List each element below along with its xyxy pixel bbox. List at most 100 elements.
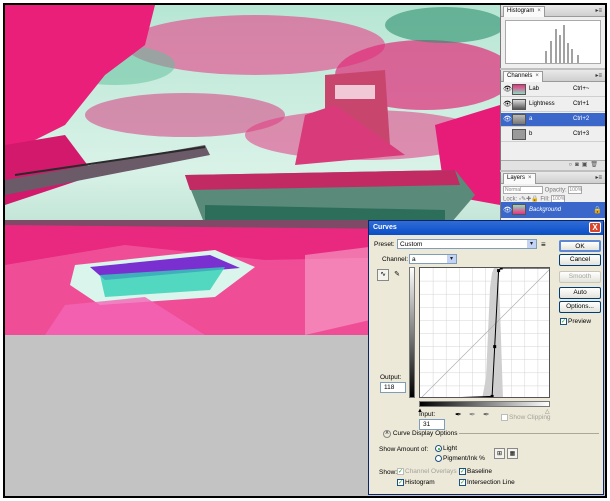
curve-point[interactable] bbox=[497, 269, 501, 273]
preset-options-icon[interactable]: ≡ bbox=[541, 240, 546, 249]
channel-overlays-label: Channel Overlays bbox=[405, 468, 457, 476]
curve-point[interactable] bbox=[550, 268, 551, 270]
channels-tabbar: Channels × ▸≡ bbox=[501, 70, 605, 82]
pigment-radio[interactable] bbox=[435, 455, 442, 462]
channel-shortcut: Ctrl+3 bbox=[573, 131, 590, 137]
layer-row-background[interactable]: 👁 Background 🔒 bbox=[501, 202, 605, 218]
blend-mode-select[interactable]: Normal bbox=[503, 186, 543, 194]
curve-point[interactable] bbox=[490, 394, 494, 398]
preview-option[interactable]: ✓ Preview bbox=[560, 318, 591, 325]
show-label: Show: bbox=[379, 469, 398, 476]
tab-label: Channels bbox=[507, 73, 533, 79]
close-button[interactable]: X bbox=[589, 222, 601, 233]
eye-icon[interactable]: 👁 bbox=[503, 207, 512, 214]
curve-point[interactable] bbox=[493, 345, 497, 349]
white-eyedropper-icon[interactable]: ✒ bbox=[483, 410, 490, 419]
channel-select[interactable]: a ▾ bbox=[409, 254, 457, 264]
curve-point-tool[interactable]: ∿ bbox=[377, 269, 389, 281]
baseline-checkbox[interactable]: ✓ bbox=[459, 468, 466, 475]
intersection-option[interactable]: ✓ Intersection Line bbox=[459, 479, 515, 486]
channel-thumbnail bbox=[512, 129, 526, 140]
cancel-button[interactable]: Cancel bbox=[559, 254, 601, 266]
light-option[interactable]: Light bbox=[435, 445, 457, 452]
eye-icon[interactable]: 👁 bbox=[503, 101, 512, 108]
tab-layers[interactable]: Layers × bbox=[503, 173, 536, 184]
panel-menu-icon[interactable]: ▸≡ bbox=[595, 7, 602, 14]
histogram-checkbox[interactable]: ✓ bbox=[397, 479, 404, 486]
show-clipping-row[interactable]: Show Clipping bbox=[501, 414, 551, 421]
curve-plot[interactable] bbox=[420, 268, 550, 398]
histogram-overlay bbox=[482, 268, 503, 397]
curve-line[interactable] bbox=[420, 268, 550, 398]
channel-value: a bbox=[412, 256, 416, 263]
opacity-field[interactable]: 100% bbox=[568, 186, 583, 194]
layer-name: Background bbox=[529, 207, 562, 213]
channel-thumbnail bbox=[512, 114, 526, 125]
panel-menu-icon[interactable]: ▸≡ bbox=[595, 72, 602, 79]
tab-channels[interactable]: Channels × bbox=[503, 71, 543, 82]
channel-shortcut: Ctrl+~ bbox=[573, 86, 590, 92]
options-button[interactable]: Options... bbox=[559, 301, 601, 313]
histogram-option[interactable]: ✓ Histogram bbox=[397, 479, 435, 486]
dialog-title-bar[interactable]: Curves X bbox=[369, 221, 603, 235]
channel-name: a bbox=[529, 116, 533, 122]
pencil-icon[interactable]: ✎ bbox=[391, 269, 403, 281]
eye-icon[interactable]: 👁 bbox=[503, 116, 512, 123]
layers-tabbar: Layers × ▸≡ bbox=[501, 172, 605, 184]
intersection-checkbox[interactable]: ✓ bbox=[459, 479, 466, 486]
eye-icon bbox=[503, 131, 511, 138]
close-icon[interactable]: × bbox=[535, 73, 539, 79]
layers-panel: Layers × ▸≡ Normal Opacity: 100% Lock: ▫✎… bbox=[500, 172, 605, 222]
histogram-tabbar: Histogram × ▸≡ bbox=[501, 5, 605, 17]
channel-overlays-option[interactable]: ✓ Channel Overlays bbox=[397, 468, 457, 475]
input-field[interactable]: 31 bbox=[419, 419, 445, 430]
tab-histogram[interactable]: Histogram × bbox=[503, 6, 545, 17]
display-options-toggle[interactable]: ˄ Curve Display Options bbox=[383, 430, 457, 438]
channel-thumbnail bbox=[512, 99, 526, 110]
baseline-option[interactable]: ✓ Baseline bbox=[459, 468, 492, 475]
show-clipping-label: Show Clipping bbox=[509, 414, 551, 422]
black-eyedropper-icon[interactable]: ✒ bbox=[455, 410, 462, 419]
show-clipping-checkbox[interactable] bbox=[501, 414, 508, 421]
eye-icon[interactable]: 👁 bbox=[503, 86, 512, 93]
curve-point[interactable] bbox=[420, 398, 422, 399]
close-icon[interactable]: × bbox=[528, 175, 532, 181]
curve-point[interactable] bbox=[499, 268, 503, 270]
channel-row-lab[interactable]: 👁 Lab Ctrl+~ bbox=[501, 83, 605, 97]
input-label: Input: bbox=[419, 411, 436, 418]
show-amount-label: Show Amount of: bbox=[379, 446, 429, 453]
auto-button[interactable]: Auto bbox=[559, 287, 601, 299]
tab-label: Histogram bbox=[507, 8, 535, 14]
channel-label: Channel: bbox=[382, 256, 409, 263]
smooth-button[interactable]: Smooth bbox=[559, 271, 601, 283]
preset-value: Custom bbox=[400, 241, 423, 248]
output-field[interactable]: 118 bbox=[380, 382, 406, 393]
gray-eyedropper-icon[interactable]: ✒ bbox=[469, 410, 476, 419]
channel-row-a[interactable]: 👁 a Ctrl+2 bbox=[501, 113, 605, 127]
curves-dialog: Curves X Preset: Custom ▾ ≡ Channel: a ▾… bbox=[368, 220, 604, 495]
panel-menu-icon[interactable]: ▸≡ bbox=[595, 174, 602, 181]
display-options-label: Curve Display Options bbox=[392, 430, 458, 437]
light-radio[interactable] bbox=[435, 445, 442, 452]
ok-button[interactable]: OK bbox=[559, 240, 601, 252]
channels-footer-icons[interactable]: ○◙▣🗑 bbox=[501, 160, 605, 170]
preview-checkbox[interactable]: ✓ bbox=[560, 318, 567, 325]
close-icon[interactable]: × bbox=[537, 8, 541, 14]
curves-graph[interactable] bbox=[419, 267, 550, 398]
grid-simple-icon[interactable]: ⊞ bbox=[494, 448, 505, 459]
curve-layer bbox=[420, 268, 551, 399]
histogram-bars bbox=[545, 25, 579, 63]
grid-detailed-icon[interactable]: ▦ bbox=[507, 448, 518, 459]
channel-row-lightness[interactable]: 👁 Lightness Ctrl+1 bbox=[501, 98, 605, 112]
chevron-down-icon: ▾ bbox=[527, 240, 536, 248]
photoshop-window: Histogram × ▸≡ Channels × ▸≡ 👁 Lab Ctrl+… bbox=[0, 0, 610, 501]
channel-thumbnail bbox=[512, 84, 526, 95]
histogram-graph bbox=[505, 20, 601, 64]
expand-icon[interactable]: ˄ bbox=[383, 430, 391, 438]
channel-shortcut: Ctrl+2 bbox=[573, 116, 590, 122]
channel-overlays-checkbox[interactable]: ✓ bbox=[397, 468, 404, 475]
pigment-option[interactable]: Pigment/Ink % bbox=[435, 455, 485, 462]
channel-row-b[interactable]: b Ctrl+3 bbox=[501, 128, 605, 142]
input-gradient bbox=[419, 401, 550, 407]
preset-select[interactable]: Custom ▾ bbox=[397, 239, 537, 249]
